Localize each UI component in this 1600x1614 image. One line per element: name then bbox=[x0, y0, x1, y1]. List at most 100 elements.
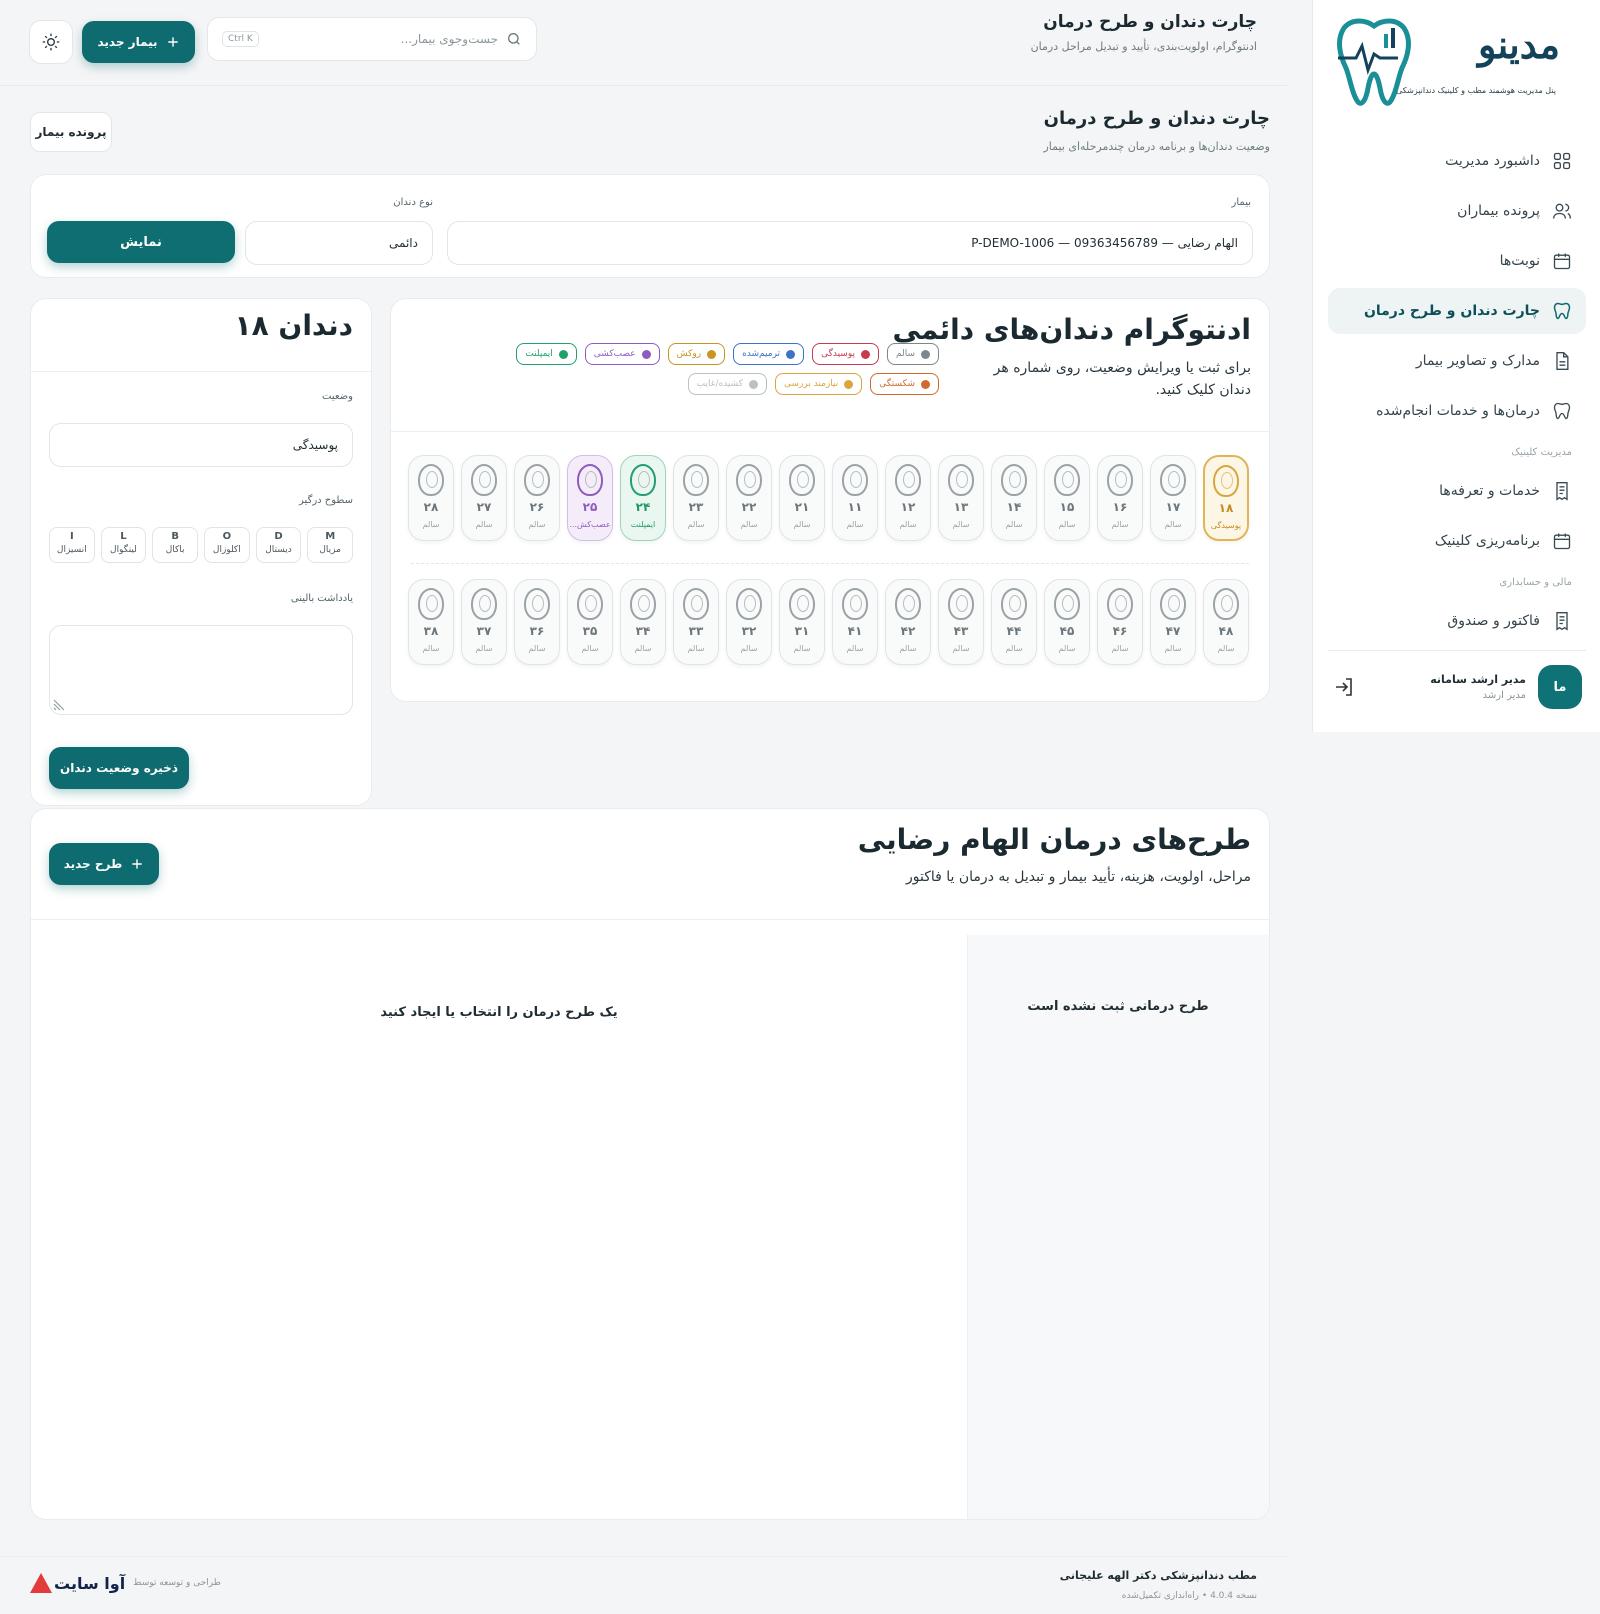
tooth-status: سالم bbox=[1058, 520, 1076, 529]
surface-toggle[interactable]: B باکال bbox=[152, 527, 198, 563]
sidebar-item-documents[interactable]: مدارک و تصاویر بیمار bbox=[1328, 338, 1586, 384]
tooth-shape-icon bbox=[948, 464, 974, 496]
tooth-status: سالم bbox=[475, 644, 493, 653]
search-input[interactable]: جست‌وجوی بیمار... Ctrl K bbox=[207, 17, 537, 61]
tooth-upper-2[interactable]: ۱۶ سالم bbox=[1097, 455, 1143, 541]
calendar-icon bbox=[1553, 533, 1571, 550]
surface-toggle[interactable]: I انسیزال bbox=[48, 527, 95, 563]
tooth-number: ۳۳ bbox=[688, 624, 704, 638]
surface-toggle[interactable]: O اکلوزال bbox=[203, 527, 250, 563]
tooth-lower-4[interactable]: ۴۴ سالم bbox=[991, 579, 1037, 665]
tooth-upper-12[interactable]: ۲۵ عصب‌کش... bbox=[567, 455, 613, 541]
tooth-type-select[interactable]: دائمی bbox=[245, 221, 433, 265]
sidebar-item-label: برنامه‌ریزی کلینیک bbox=[1434, 533, 1540, 549]
clinical-note-textarea[interactable] bbox=[49, 625, 353, 715]
patient-file-button[interactable]: پرونده بیمار bbox=[30, 112, 112, 152]
tooth-upper-14[interactable]: ۲۷ سالم bbox=[461, 455, 507, 541]
tooth-lower-11[interactable]: ۳۴ سالم bbox=[620, 579, 666, 665]
tooth-lower-5[interactable]: ۴۳ سالم bbox=[938, 579, 984, 665]
tooth-status: سالم bbox=[1111, 644, 1129, 653]
new-plan-button[interactable]: طرح جدید bbox=[49, 843, 159, 885]
save-tooth-status-button[interactable]: ذخیره وضعیت دندان bbox=[49, 747, 189, 789]
tooth-upper-7[interactable]: ۱۱ سالم bbox=[832, 455, 878, 541]
topbar: چارت دندان و طرح درمان ادنتوگرام، اولویت… bbox=[0, 0, 1287, 86]
sidebar-item-dashboard[interactable]: داشبورد مدیریت bbox=[1328, 138, 1586, 184]
tooth-icon bbox=[1553, 302, 1571, 320]
legend-item: ایمپلنت bbox=[516, 343, 577, 365]
status-legend: سالم پوسیدگی ترمیم‌شده روکش عصب‌کشی ایمپلنت شک… bbox=[479, 343, 939, 395]
sidebar-item-label: پرونده بیماران bbox=[1457, 203, 1540, 219]
tooth-upper-5[interactable]: ۱۳ سالم bbox=[938, 455, 984, 541]
topbar-title: چارت دندان و طرح درمان bbox=[1043, 12, 1257, 32]
calendar-icon bbox=[1553, 253, 1571, 270]
tooth-lower-9[interactable]: ۳۲ سالم bbox=[726, 579, 772, 665]
plan-detail-placeholder: یک طرح درمان را انتخاب یا ایجاد کنید bbox=[380, 1005, 618, 1020]
tooth-lower-8[interactable]: ۳۱ سالم bbox=[779, 579, 825, 665]
tooth-lower-12[interactable]: ۳۵ سالم bbox=[567, 579, 613, 665]
tooth-lower-0[interactable]: ۴۸ سالم bbox=[1203, 579, 1249, 665]
legend-item: پوسیدگی bbox=[812, 343, 879, 365]
tooth-upper-15[interactable]: ۲۸ سالم bbox=[408, 455, 454, 541]
tooth-upper-13[interactable]: ۲۶ سالم bbox=[514, 455, 560, 541]
tooth-lower-14[interactable]: ۳۷ سالم bbox=[461, 579, 507, 665]
tooth-upper-9[interactable]: ۲۲ سالم bbox=[726, 455, 772, 541]
sidebar-item-services[interactable]: خدمات و تعرفه‌ها bbox=[1328, 468, 1586, 514]
document-icon bbox=[1556, 352, 1569, 370]
resize-handle-icon[interactable] bbox=[52, 698, 66, 712]
patient-select[interactable]: الهام رضایی — 09363456789 — P-DEMO-1006 bbox=[447, 221, 1253, 265]
show-button[interactable]: نمایش bbox=[47, 221, 235, 263]
tooth-number: ۲۳ bbox=[688, 500, 704, 514]
new-patient-button[interactable]: بیمار جدید bbox=[82, 21, 195, 63]
credit[interactable]: طراحی و توسعه توسط آوا سایت bbox=[30, 1573, 221, 1593]
plus-icon bbox=[132, 859, 142, 869]
tooth-shape-icon bbox=[524, 464, 550, 496]
surface-code: B bbox=[171, 531, 179, 542]
tooth-upper-0[interactable]: ۱۸ پوسیدگی bbox=[1203, 455, 1249, 541]
theme-toggle-button[interactable] bbox=[29, 20, 73, 64]
tooth-shape-icon bbox=[789, 588, 815, 620]
tooth-status: سالم bbox=[1111, 520, 1129, 529]
tooth-status: سالم bbox=[422, 644, 440, 653]
company-logo: آوا سایت bbox=[30, 1573, 125, 1593]
surface-toggle[interactable]: L لینگوال bbox=[100, 527, 147, 563]
nav-section-finance: مالی و حسابداری bbox=[1499, 577, 1572, 588]
tooth-upper-8[interactable]: ۲۱ سالم bbox=[779, 455, 825, 541]
logout-icon[interactable] bbox=[1332, 675, 1356, 699]
tooth-shape-icon bbox=[895, 588, 921, 620]
tooth-lower-15[interactable]: ۳۸ سالم bbox=[408, 579, 454, 665]
legend-item: ترمیم‌شده bbox=[733, 343, 805, 365]
tooth-shape-icon bbox=[1213, 588, 1239, 620]
tooth-lower-13[interactable]: ۳۶ سالم bbox=[514, 579, 560, 665]
sidebar-item-patients[interactable]: پرونده بیماران bbox=[1328, 188, 1586, 234]
avatar[interactable]: ما bbox=[1538, 665, 1582, 709]
tooth-number: ۱۸ bbox=[1218, 501, 1234, 515]
sidebar-item-appointments[interactable]: نوبت‌ها bbox=[1328, 238, 1586, 284]
tooth-lower-1[interactable]: ۴۷ سالم bbox=[1150, 579, 1196, 665]
tooth-upper-11[interactable]: ۲۴ ایمپلنت bbox=[620, 455, 666, 541]
sidebar-item-invoices[interactable]: فاکتور و صندوق bbox=[1328, 598, 1586, 644]
tooth-lower-6[interactable]: ۴۲ سالم bbox=[885, 579, 931, 665]
tooth-lower-3[interactable]: ۴۵ سالم bbox=[1044, 579, 1090, 665]
tooth-upper-4[interactable]: ۱۴ سالم bbox=[991, 455, 1037, 541]
brand-logo[interactable]: مدینو پنل مدیریت هوشمند مطب و کلینیک دند… bbox=[1334, 16, 1561, 110]
surface-toggle[interactable]: M مزیال bbox=[307, 527, 353, 563]
tooth-upper-6[interactable]: ۱۲ سالم bbox=[885, 455, 931, 541]
surface-toggle[interactable]: D دیستال bbox=[255, 527, 302, 563]
tooth-status: سالم bbox=[899, 520, 917, 529]
tooth-upper-1[interactable]: ۱۷ سالم bbox=[1150, 455, 1196, 541]
tooth-status: سالم bbox=[846, 520, 864, 529]
sidebar-item-treatments[interactable]: درمان‌ها و خدمات انجام‌شده bbox=[1328, 388, 1586, 434]
status-select[interactable]: پوسیدگی bbox=[49, 423, 353, 467]
tooth-upper-10[interactable]: ۲۳ سالم bbox=[673, 455, 719, 541]
tooth-number: ۲۴ bbox=[635, 500, 651, 514]
tooth-lower-10[interactable]: ۳۳ سالم bbox=[673, 579, 719, 665]
legend-label: عصب‌کشی bbox=[593, 349, 636, 359]
tooth-lower-2[interactable]: ۴۶ سالم bbox=[1097, 579, 1143, 665]
tooth-lower-7[interactable]: ۴۱ سالم bbox=[832, 579, 878, 665]
status-label: وضعیت bbox=[322, 391, 353, 402]
sidebar-item-dental-chart[interactable]: چارت دندان و طرح درمان bbox=[1328, 288, 1586, 334]
sidebar-item-clinic-schedule[interactable]: برنامه‌ریزی کلینیک bbox=[1328, 518, 1586, 564]
tooth-icon bbox=[1553, 402, 1571, 420]
tooth-upper-3[interactable]: ۱۵ سالم bbox=[1044, 455, 1090, 541]
legend-label: پوسیدگی bbox=[821, 349, 855, 359]
